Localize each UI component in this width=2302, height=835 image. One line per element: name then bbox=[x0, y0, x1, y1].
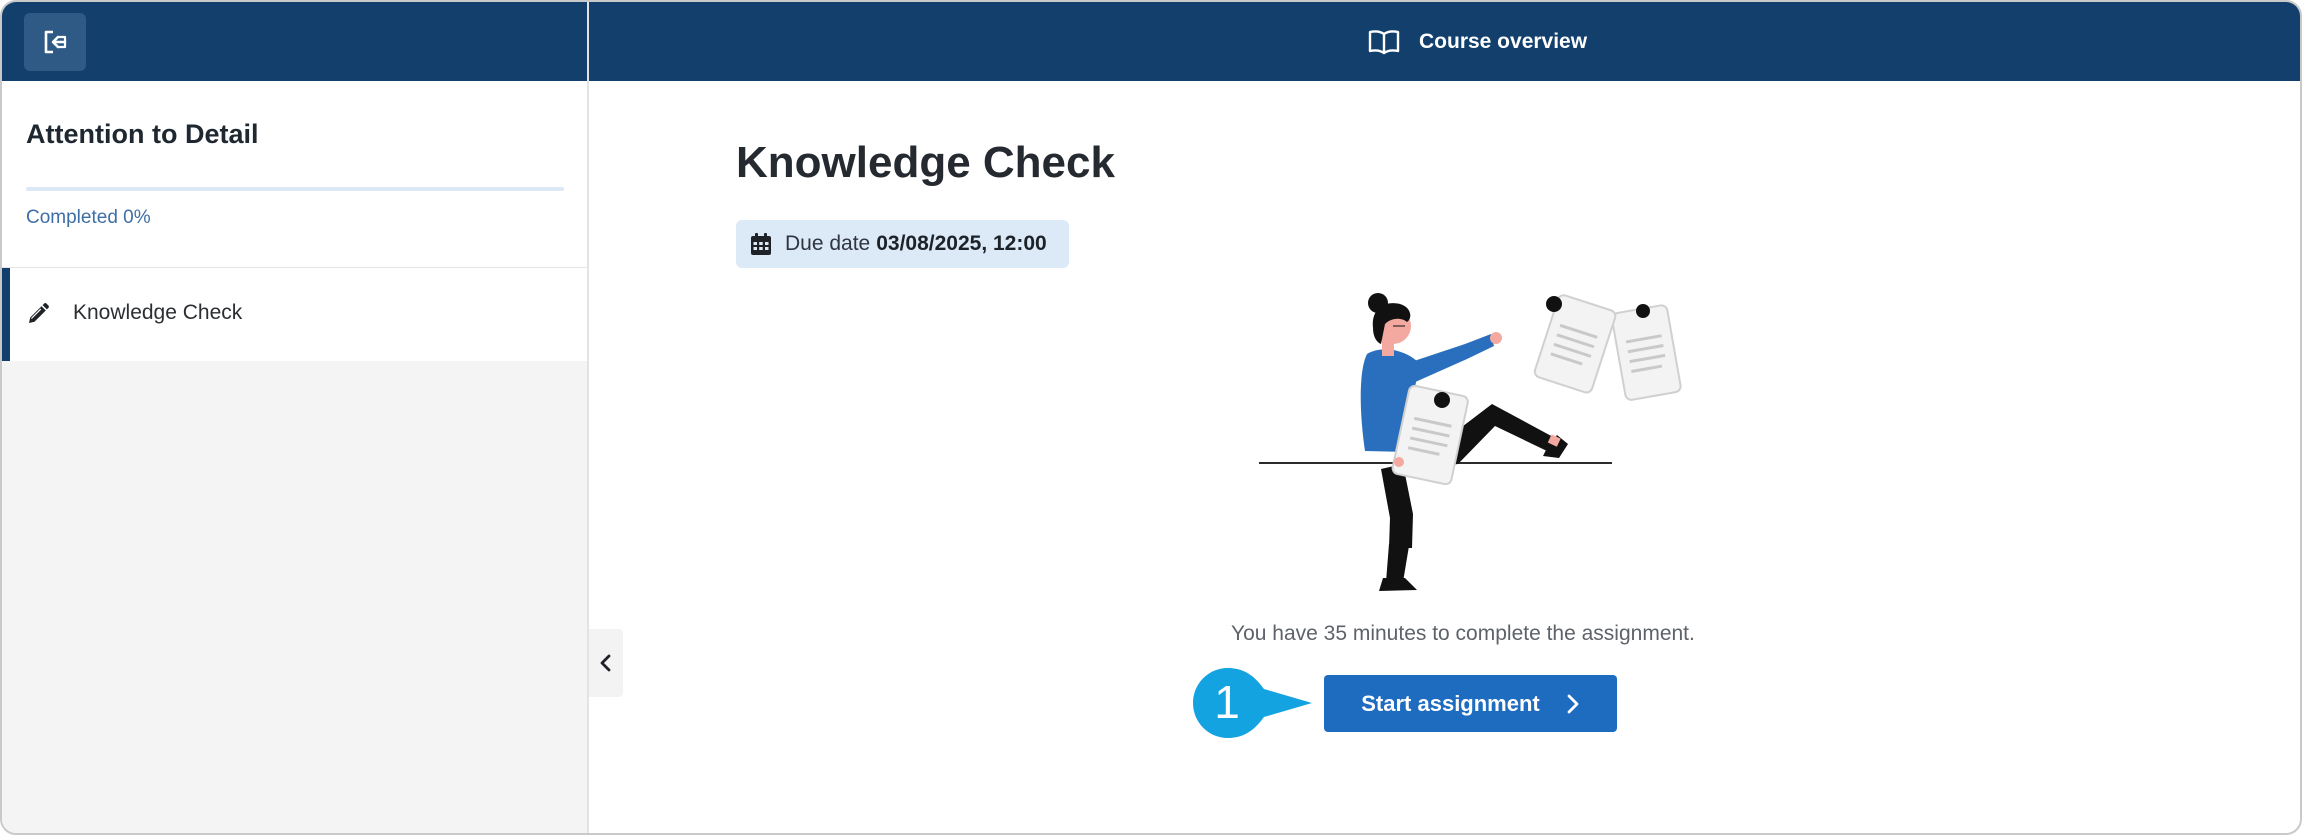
collapse-sidebar-button[interactable] bbox=[589, 629, 623, 697]
chevron-right-icon bbox=[1566, 693, 1580, 715]
exit-icon bbox=[44, 30, 67, 54]
progress-bar bbox=[26, 187, 564, 191]
start-assignment-button[interactable]: Start assignment bbox=[1324, 675, 1617, 732]
chevron-left-icon bbox=[600, 654, 611, 672]
sidebar-item-label: Knowledge Check bbox=[73, 301, 243, 324]
knowledge-check-illustration bbox=[1259, 293, 1682, 591]
pencil-icon bbox=[29, 303, 49, 323]
due-date-value: 03/08/2025, 12:00 bbox=[876, 232, 1047, 255]
open-book-icon bbox=[1368, 30, 1400, 55]
sidebar: Attention to Detail Completed 0% Knowled… bbox=[2, 2, 589, 833]
app-window: Attention to Detail Completed 0% Knowled… bbox=[0, 0, 2302, 835]
sidebar-item-knowledge-check[interactable]: Knowledge Check bbox=[2, 268, 587, 361]
progress-label: Completed 0% bbox=[26, 207, 151, 228]
start-assignment-label: Start assignment bbox=[1361, 690, 1540, 716]
due-date-badge: Due date 03/08/2025, 12:00 bbox=[736, 220, 1069, 268]
course-title: Attention to Detail bbox=[26, 119, 259, 149]
sidebar-header bbox=[2, 2, 587, 81]
top-bar: Course overview bbox=[589, 2, 2300, 81]
assignment-info-text: You have 35 minutes to complete the assi… bbox=[1231, 622, 1695, 645]
page-title: Knowledge Check bbox=[736, 138, 1115, 187]
exit-course-button[interactable] bbox=[24, 13, 86, 71]
course-overview-link[interactable]: Course overview bbox=[1368, 26, 1587, 58]
step-callout-number: 1 bbox=[1214, 676, 1240, 728]
course-info: Attention to Detail Completed 0% bbox=[2, 81, 587, 268]
calendar-icon bbox=[751, 233, 771, 255]
active-indicator bbox=[2, 268, 10, 361]
course-overview-label: Course overview bbox=[1419, 30, 1588, 53]
due-date-label: Due date bbox=[785, 232, 871, 255]
